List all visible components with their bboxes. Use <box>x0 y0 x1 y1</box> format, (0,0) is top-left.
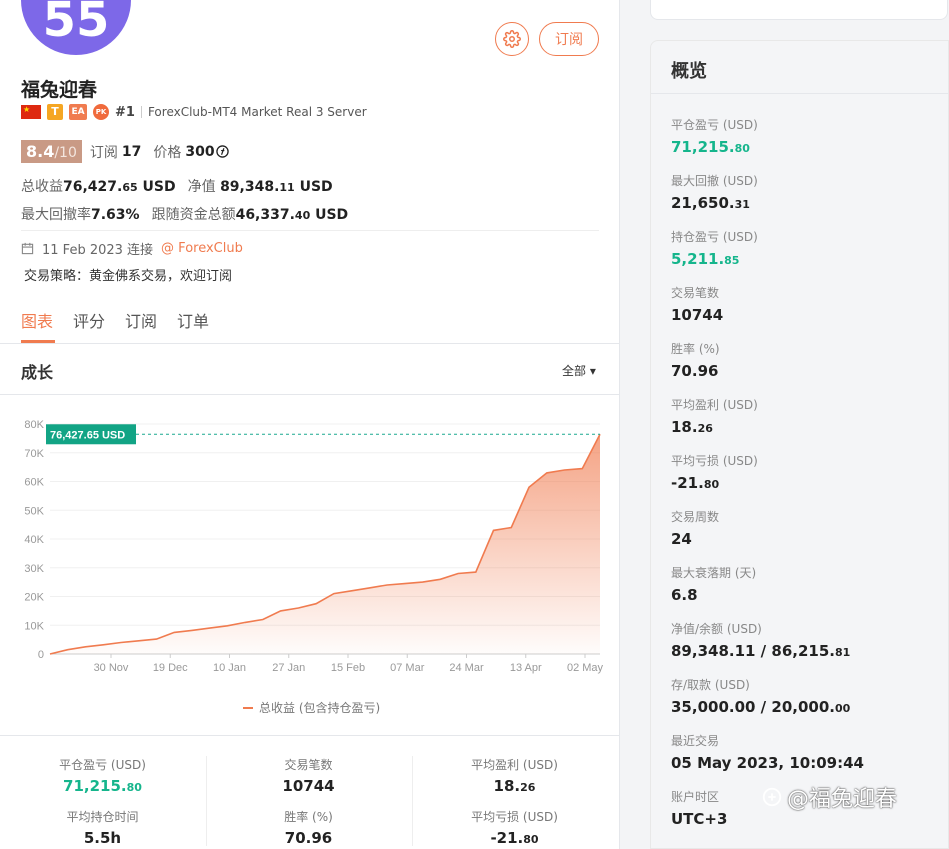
coin-icon <box>215 145 229 158</box>
last-value-label: 76,427.65 USD <box>50 429 125 441</box>
y-tick-label: 0 <box>38 649 44 661</box>
overview-panel: 概览 平仓盈亏 (USD) 71,215.80 最大回撤 (USD) 21,650.3… <box>650 40 949 849</box>
price-value: 300 <box>185 143 215 160</box>
stat-closed-pnl: 平仓盈亏 (USD) 71,215.80 <box>59 758 146 795</box>
y-tick-label: 10K <box>24 620 44 632</box>
follow-label: 跟随资金总额 <box>151 207 236 223</box>
divider <box>651 93 949 94</box>
price-label: 价格 <box>153 144 182 161</box>
y-tick-label: 40K <box>24 534 44 546</box>
zhihu-logo-icon <box>762 787 782 807</box>
gear-icon <box>503 30 521 48</box>
x-tick-label: 15 Feb <box>331 662 365 674</box>
top-card <box>650 0 948 20</box>
overview-item: 账户时区 UTC+3 <box>671 790 728 828</box>
overview-item: 平均亏损 (USD) -21.80 <box>671 454 758 492</box>
watermark: @福兔迎春 <box>761 781 897 813</box>
trader-badge-icon: T <box>47 104 63 120</box>
tab-chart[interactable]: 图表 <box>21 308 53 332</box>
overview-item: 最大衰落期 (天) 6.8 <box>671 566 757 604</box>
x-tick-label: 02 May <box>567 662 604 674</box>
strategy-title: 福兔迎春 <box>21 79 98 101</box>
divider <box>0 735 620 736</box>
y-tick-label: 20K <box>24 592 44 604</box>
range-dropdown[interactable]: 全部 ▾ <box>562 362 596 379</box>
tabs: 图表 评分 订阅 订单 <box>21 308 209 332</box>
subs-label: 订阅 <box>89 144 118 161</box>
equity-value: 89,348.11 USD <box>220 179 333 195</box>
y-tick-label: 60K <box>24 477 44 489</box>
divider <box>412 756 413 846</box>
overview-title: 概览 <box>671 61 707 82</box>
tab-orders[interactable]: 订单 <box>177 308 209 332</box>
stat-avg-hold-time: 平均持仓时间 5.5h <box>66 810 139 847</box>
china-flag-icon <box>21 105 41 119</box>
legend-line-icon <box>243 706 253 709</box>
drawdown-row: 最大回撤率7.63% 跟随资金总额46,337.40 USD <box>21 204 348 224</box>
drawdown-value: 7.63% <box>91 207 140 223</box>
score-badge: 8.4/10 <box>21 140 82 163</box>
chart-legend: 总收益 (包含持仓盈亏) <box>243 699 380 716</box>
stat-win-rate: 胜率 (%) 70.96 <box>284 810 333 847</box>
stat-avg-loss: 平均亏损 (USD) -21.80 <box>471 810 558 847</box>
ea-badge-icon: EA <box>69 104 87 120</box>
tab-rating[interactable]: 评分 <box>73 308 105 332</box>
tab-subscribe[interactable]: 订阅 <box>125 308 157 332</box>
pk-badge-icon: PK <box>93 104 109 120</box>
x-tick-label: 07 Mar <box>390 662 425 674</box>
broker-link[interactable]: @ ForexClub <box>161 241 243 256</box>
overview-item: 最大回撤 (USD) 21,650.31 <box>671 174 758 212</box>
y-tick-label: 70K <box>24 448 44 460</box>
divider <box>0 394 620 395</box>
total-profit-label: 总收益 <box>21 179 63 195</box>
divider <box>140 106 142 118</box>
overview-item: 平仓盈亏 (USD) 71,215.80 <box>671 118 758 156</box>
overview-item: 交易周数 24 <box>671 510 720 548</box>
calendar-icon <box>21 242 34 255</box>
equity-label: 净值 <box>187 179 216 195</box>
settings-button[interactable] <box>495 22 529 56</box>
overview-item: 交易笔数 10744 <box>671 286 724 324</box>
server-label: ForexClub-MT4 Market Real 3 Server <box>147 105 367 119</box>
connected-date: 11 Feb 2023 连接 <box>42 243 154 258</box>
profit-row: 总收益76,427.65 USD 净值 89,348.11 USD <box>21 176 333 196</box>
x-tick-label: 27 Jan <box>272 662 305 674</box>
avatar: 55 <box>21 0 131 55</box>
connection-row: 11 Feb 2023 连接 @ ForexClub <box>21 239 243 258</box>
subscribe-button[interactable]: 订阅 <box>539 22 599 56</box>
overview-item: 最近交易 05 May 2023, 10:09:44 <box>671 734 864 772</box>
divider <box>0 343 620 344</box>
y-tick-label: 30K <box>24 563 44 575</box>
overview-item: 平均盈利 (USD) 18.26 <box>671 398 758 436</box>
overview-item: 净值/余额 (USD) 89,348.11 / 86,215.81 <box>671 622 851 660</box>
score-row: 8.4/10 订阅 17 价格 300 <box>21 140 229 163</box>
rank-label: #1 <box>115 104 135 120</box>
stat-trade-count: 交易笔数 10744 <box>282 758 335 795</box>
divider <box>206 756 207 846</box>
stat-avg-profit: 平均盈利 (USD) 18.26 <box>471 758 558 795</box>
total-profit-value: 76,427.65 USD <box>63 179 176 195</box>
overview-item: 胜率 (%) 70.96 <box>671 342 720 380</box>
follow-value: 46,337.40 USD <box>235 207 349 223</box>
strategy-description: 交易策略：黄金佛系交易，欢迎订阅 <box>24 269 233 284</box>
growth-chart: 0 10K 20K 30K 40K 50K 60K 70K 80K 30 Nov 19 Dec 10… <box>24 419 604 674</box>
x-tick-label: 30 Nov <box>94 662 129 674</box>
x-tick-label: 19 Dec <box>153 662 188 674</box>
legend-label: 总收益 (包含持仓盈亏) <box>259 701 381 715</box>
growth-title: 成长 <box>21 363 54 382</box>
subs-value: 17 <box>121 143 142 160</box>
x-tick-label: 24 Mar <box>449 662 484 674</box>
strategy-panel: 55 订阅 福兔迎春 T EA PK #1 ForexClub-MT4 Mark… <box>0 0 620 849</box>
overview-item: 持仓盈亏 (USD) 5,211.85 <box>671 230 758 268</box>
y-tick-label: 80K <box>24 419 44 431</box>
y-tick-label: 50K <box>24 505 44 517</box>
drawdown-label: 最大回撤率 <box>21 207 91 223</box>
divider <box>21 230 599 231</box>
badges-row: T EA PK #1 ForexClub-MT4 Market Real 3 S… <box>21 104 367 120</box>
chart-area <box>50 434 600 654</box>
x-tick-label: 10 Jan <box>213 662 246 674</box>
overview-item: 存/取款 (USD) 35,000.00 / 20,000.00 <box>671 678 851 716</box>
x-tick-label: 13 Apr <box>510 662 542 674</box>
